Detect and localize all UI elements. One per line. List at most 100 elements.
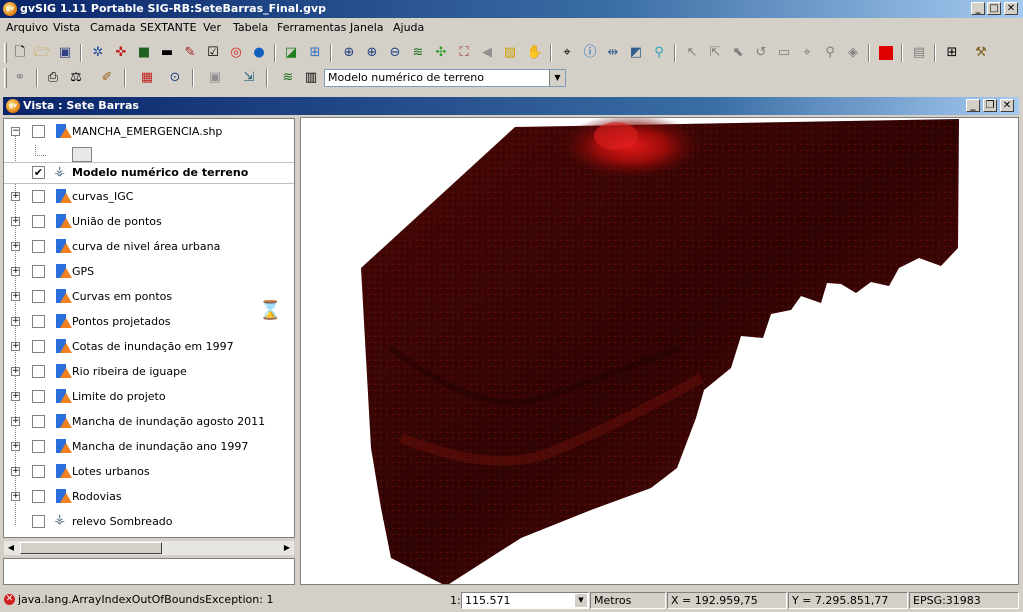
toolbar-grip[interactable] — [4, 68, 7, 88]
toc-layer-row[interactable]: + União de pontos — [4, 211, 294, 233]
query-icon[interactable]: ⚲ — [821, 44, 839, 62]
menu-ferramentas[interactable]: Ferramentas — [277, 21, 346, 34]
new-layer-icon[interactable]: ⊞ — [306, 44, 324, 62]
view-close-button[interactable]: ✕ — [1000, 99, 1014, 112]
view-minimize-button[interactable]: _ — [966, 99, 980, 112]
toc-layer-row-selected[interactable]: ✔ ⚶ Modelo numérico de terreno — [4, 162, 294, 184]
full-extent-icon[interactable]: ✣ — [432, 44, 450, 62]
layer-visibility-checkbox[interactable] — [32, 390, 45, 403]
layer-visibility-checkbox[interactable] — [32, 315, 45, 328]
select-by-point-icon[interactable]: ⌖ — [798, 44, 816, 62]
menu-sextante[interactable]: SEXTANTE — [140, 21, 197, 34]
save-icon[interactable]: ▣ — [56, 44, 74, 62]
minimize-button[interactable]: _ — [971, 2, 985, 15]
zoom-in-icon[interactable]: ⊕ — [340, 44, 358, 62]
menu-janela[interactable]: Janela — [350, 21, 384, 34]
expand-icon[interactable]: + — [11, 417, 20, 426]
locator-icon[interactable]: ⌖ — [558, 44, 576, 62]
measure-distance-icon[interactable]: ⇹ — [604, 44, 622, 62]
select-layer-icon[interactable]: ▭ — [775, 44, 793, 62]
layer-visibility-checkbox[interactable] — [32, 490, 45, 503]
expand-icon[interactable]: + — [11, 342, 20, 351]
help-icon[interactable]: ● — [250, 44, 268, 62]
toc-layer-row[interactable]: + Mancha de inundação agosto 2011 — [4, 411, 294, 433]
expand-icon[interactable]: + — [11, 467, 20, 476]
expand-icon[interactable]: + — [11, 242, 20, 251]
scroll-right-icon[interactable]: ▶ — [280, 541, 294, 555]
toc-layer-row[interactable]: + Limite do projeto — [4, 386, 294, 408]
toc-layer-row[interactable]: + Cotas de inundação em 1997 — [4, 336, 294, 358]
zoom-raster-icon[interactable]: ⊙ — [166, 69, 184, 87]
chevron-down-icon[interactable]: ▼ — [549, 70, 565, 86]
open-folder-icon[interactable]: 🗁 — [33, 44, 51, 62]
toolbar-grip[interactable] — [4, 43, 7, 63]
expand-icon[interactable]: + — [11, 442, 20, 451]
toc-layer-row[interactable]: ⚶ relevo Sombreado — [4, 511, 294, 533]
zoom-out-icon[interactable]: ⊖ — [386, 44, 404, 62]
menu-arquivo[interactable]: Arquivo — [6, 21, 48, 34]
export-icon[interactable]: ⇲ — [240, 69, 258, 87]
link-icon[interactable]: ⚭ — [11, 69, 29, 87]
layer-combo[interactable]: Modelo numérico de terreno ▼ — [324, 69, 566, 87]
menu-ajuda[interactable]: Ajuda — [393, 21, 424, 34]
tools-icon[interactable]: ✜ — [112, 44, 130, 62]
target-icon[interactable]: ◎ — [227, 44, 245, 62]
select-circle-icon[interactable]: ↺ — [752, 44, 770, 62]
frame-icon[interactable]: ▧ — [501, 44, 519, 62]
table-grid-icon[interactable]: ▥ — [302, 69, 320, 87]
layer-visibility-checkbox[interactable] — [32, 340, 45, 353]
menu-ver[interactable]: Ver — [203, 21, 221, 34]
toc-layer-row[interactable]: + Mancha de inundação ano 1997 — [4, 436, 294, 458]
scale-combo[interactable]: 115.571 ▼ — [461, 592, 589, 609]
layer-visibility-checkbox[interactable] — [32, 440, 45, 453]
expand-icon[interactable]: + — [11, 367, 20, 376]
layer-visibility-checkbox[interactable]: ✔ — [32, 166, 45, 179]
edit-icon[interactable]: ☑ — [204, 44, 222, 62]
scroll-thumb[interactable] — [20, 542, 162, 554]
layer-visibility-checkbox[interactable] — [32, 265, 45, 278]
map-canvas[interactable] — [300, 117, 1019, 585]
terminal-icon[interactable]: ■ — [135, 44, 153, 62]
pencil-icon[interactable]: ✎ — [181, 44, 199, 62]
expand-icon[interactable]: + — [11, 267, 20, 276]
toc-layer-row[interactable]: + Curvas em pontos — [4, 286, 294, 308]
toc-layer-row[interactable]: + Lotes urbanos — [4, 461, 294, 483]
hammer-icon[interactable]: ⚒ — [972, 44, 990, 62]
pan-hand-icon[interactable]: ✋ — [526, 44, 544, 62]
toc-layer-row[interactable]: + Rodovias — [4, 486, 294, 508]
info-icon[interactable]: ⓘ — [581, 44, 599, 62]
maximize-button[interactable]: □ — [987, 2, 1001, 15]
select-poly-icon[interactable]: ⬉ — [729, 44, 747, 62]
layer-visibility-checkbox[interactable] — [32, 515, 45, 528]
new-file-icon[interactable]: 🗋 — [11, 44, 29, 62]
expand-icon[interactable]: + — [11, 192, 20, 201]
layer-visibility-checkbox[interactable] — [32, 240, 45, 253]
menu-tabela[interactable]: Tabela — [233, 21, 268, 34]
toc-layer-row[interactable]: + GPS — [4, 261, 294, 283]
layer-visibility-checkbox[interactable] — [32, 290, 45, 303]
menu-camada[interactable]: Camada — [90, 21, 136, 34]
scroll-left-icon[interactable]: ◀ — [4, 541, 18, 555]
back-icon[interactable]: ◀ — [478, 44, 496, 62]
select-pointer-icon[interactable]: ↖ — [683, 44, 701, 62]
select-rect-icon[interactable]: ⇱ — [706, 44, 724, 62]
chevron-down-icon[interactable]: ▼ — [575, 594, 587, 607]
collapse-icon[interactable]: − — [11, 127, 20, 136]
zoom-select-icon[interactable]: ⛶ — [455, 44, 473, 62]
close-button[interactable]: ✕ — [1004, 2, 1018, 15]
model-icon[interactable]: ▬ — [158, 44, 176, 62]
toc-layer-row[interactable]: + curva de nivel área urbana — [4, 236, 294, 258]
layer-visibility-checkbox[interactable] — [32, 125, 45, 138]
sextante-icon[interactable]: ✲ — [89, 44, 107, 62]
table-icon[interactable]: ▤ — [910, 44, 928, 62]
toc-horizontal-scrollbar[interactable]: ◀ ▶ — [3, 540, 295, 556]
invert-selection-icon[interactable]: ◈ — [844, 44, 862, 62]
add-layer-icon[interactable]: ◪ — [282, 44, 300, 62]
menu-vista[interactable]: Vista — [53, 21, 80, 34]
hyperlink-icon[interactable]: ⚲ — [650, 44, 668, 62]
toc-layer-row[interactable]: + curvas_IGC — [4, 186, 294, 208]
expand-icon[interactable]: + — [11, 217, 20, 226]
expand-icon[interactable]: + — [11, 492, 20, 501]
layer-visibility-checkbox[interactable] — [32, 415, 45, 428]
raster-icon[interactable]: ▦ — [138, 69, 156, 87]
